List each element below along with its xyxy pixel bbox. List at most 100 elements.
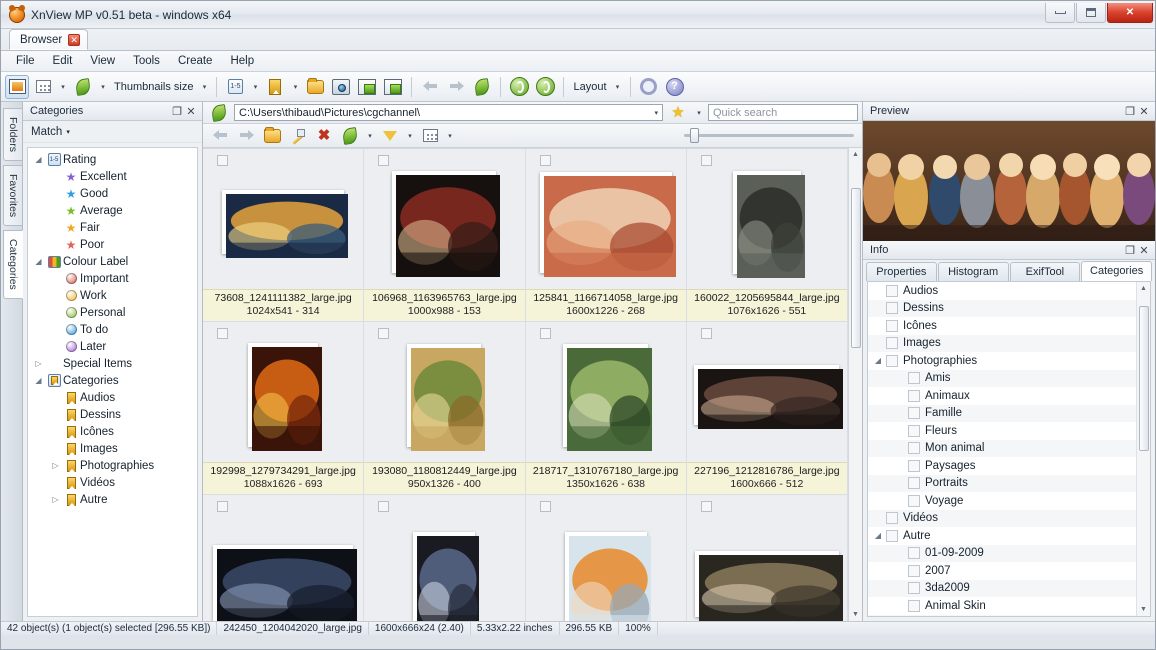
scrollbar-thumb[interactable] — [851, 188, 861, 348]
tree-item-to-do[interactable]: To do — [28, 321, 197, 338]
tree-item-average[interactable]: ★ Average — [28, 202, 197, 219]
tree-item-rating[interactable]: ◢ 1-5 Rating — [28, 151, 197, 168]
forward-button[interactable] — [444, 75, 468, 99]
thumbnail-image[interactable] — [213, 545, 358, 621]
tree-item-photographies[interactable]: ▷ Photographies — [28, 457, 197, 474]
thumbnail-image[interactable] — [248, 343, 323, 451]
thumbnail-image[interactable] — [694, 551, 843, 621]
category-row[interactable]: Fleurs — [868, 422, 1136, 440]
tab-browser[interactable]: Browser ✕ — [9, 29, 89, 50]
thumbnail-checkbox[interactable] — [700, 155, 712, 166]
favorites-button[interactable]: ★ — [666, 101, 690, 125]
search-input[interactable]: Quick search — [708, 104, 858, 121]
sidebar-tab-folders[interactable]: Folders — [3, 108, 23, 162]
category-assign-button[interactable] — [263, 75, 287, 99]
filter-caret[interactable]: ▾ — [404, 125, 416, 147]
thumbnail-checkbox[interactable] — [378, 328, 390, 339]
nav-forward-button[interactable] — [234, 124, 258, 148]
refresh-leaf-button[interactable] — [71, 75, 95, 99]
tree-item-excellent[interactable]: ★ Excellent — [28, 168, 197, 185]
tree-item-images[interactable]: Images — [28, 440, 197, 457]
grid-view-caret[interactable]: ▾ — [444, 125, 456, 147]
nav-back-button[interactable] — [208, 124, 232, 148]
tree-item-vid-os[interactable]: Vidéos — [28, 474, 197, 491]
category-checkbox[interactable] — [908, 599, 920, 612]
tree-item-fair[interactable]: ★ Fair — [28, 219, 197, 236]
twisty-icon[interactable]: ◢ — [32, 376, 45, 385]
view-mode-button[interactable] — [31, 75, 55, 99]
thumbnail-image[interactable] — [694, 365, 844, 429]
scroll-up-icon[interactable]: ▲ — [1140, 285, 1147, 292]
category-row[interactable]: Animaux — [868, 387, 1136, 405]
thumbnail-cell[interactable]: 193080_1180812449_large.jpg 950x1326 - 40… — [364, 322, 526, 495]
thumbnail-image[interactable] — [222, 190, 349, 258]
category-checkbox[interactable] — [908, 407, 920, 420]
tree-item-good[interactable]: ★ Good — [28, 185, 197, 202]
category-row[interactable]: ◢ Autre — [868, 527, 1136, 545]
category-row[interactable]: Mon animal — [868, 439, 1136, 457]
thumbnail-checkbox[interactable] — [217, 328, 228, 339]
tab-categories[interactable]: Categories — [1081, 261, 1152, 281]
new-folder-button[interactable] — [260, 124, 284, 148]
tree-item-personal[interactable]: Personal — [28, 304, 197, 321]
category-row[interactable]: Icônes — [868, 317, 1136, 335]
thumbnail-checkbox[interactable] — [217, 155, 228, 166]
category-row[interactable]: Amis — [868, 369, 1136, 387]
tab-histogram[interactable]: Histogram — [937, 262, 1009, 281]
sidebar-tab-categories[interactable]: Categories — [3, 230, 23, 299]
thumbnail-cell[interactable]: 160022_1205695844_large.jpg 1076x1626 - 5… — [686, 149, 848, 322]
rating-caret[interactable]: ▾ — [249, 76, 261, 98]
rotate-left-button[interactable] — [507, 75, 531, 99]
settings-button[interactable] — [637, 75, 661, 99]
twisty-icon[interactable]: ◢ — [872, 356, 884, 365]
close-icon[interactable]: ✕ — [1137, 105, 1151, 118]
category-row[interactable]: Dessins — [868, 299, 1136, 317]
thumbnail-cell[interactable] — [686, 495, 848, 621]
tree-item-colour-label[interactable]: ◢ Colour Label — [28, 253, 197, 270]
thumbnail-cell[interactable]: 125841_1166714058_large.jpg 1600x1226 - 2… — [525, 149, 687, 322]
thumbnail-cell[interactable]: 218717_1310767180_large.jpg 1350x1626 - 6… — [525, 322, 687, 495]
leaf-caret[interactable]: ▾ — [97, 76, 109, 98]
category-row[interactable]: Vidéos — [868, 509, 1136, 527]
category-checkbox[interactable] — [886, 512, 898, 525]
refresh-button[interactable] — [338, 124, 362, 148]
screen-capture-button[interactable] — [329, 75, 353, 99]
category-checkbox[interactable] — [908, 424, 920, 437]
category-checkbox[interactable] — [886, 319, 898, 332]
close-icon[interactable]: ✕ — [1137, 244, 1151, 257]
up-folder-button[interactable] — [470, 75, 494, 99]
view-thumbnails-button[interactable] — [5, 74, 29, 99]
grid-view-button[interactable] — [418, 124, 442, 148]
category-row[interactable]: Portraits — [868, 474, 1136, 492]
tree-item-autre[interactable]: ▷ Autre — [28, 491, 197, 508]
category-caret[interactable]: ▾ — [289, 76, 301, 98]
category-checkbox[interactable] — [908, 372, 920, 385]
rename-button[interactable] — [286, 124, 310, 148]
scroll-down-icon[interactable]: ▼ — [852, 611, 859, 618]
category-row[interactable]: Voyage — [868, 492, 1136, 510]
info-categories-rows[interactable]: Audios Dessins Icônes Images ◢ Photographies A… — [868, 282, 1136, 616]
float-icon[interactable]: ❐ — [170, 105, 184, 118]
category-row[interactable]: Paysages — [868, 457, 1136, 475]
thumbnail-image[interactable] — [563, 343, 653, 451]
category-checkbox[interactable] — [886, 302, 898, 315]
match-dropdown[interactable]: Match ▾ — [23, 121, 202, 143]
categories-tree[interactable]: ◢ 1-5 Rating ★ Excellent ★ Good ★ Average ★ Fair ★ P… — [27, 147, 198, 617]
info-categories-scrollbar[interactable]: ▲ ▼ — [1136, 282, 1150, 616]
thumbnail-cell[interactable] — [525, 495, 687, 621]
favorites-caret[interactable]: ▾ — [693, 102, 705, 124]
category-checkbox[interactable] — [886, 284, 898, 297]
twisty-icon[interactable]: ◢ — [872, 531, 884, 540]
category-row[interactable]: 01-09-2009 — [868, 544, 1136, 562]
category-checkbox[interactable] — [886, 337, 898, 350]
layout-caret[interactable]: ▾ — [612, 76, 624, 98]
thumbnail-image[interactable] — [392, 171, 501, 277]
thumbnail-image[interactable] — [413, 532, 480, 621]
thumbnail-cell[interactable] — [364, 495, 526, 621]
batch-process-button[interactable] — [381, 75, 405, 99]
category-checkbox[interactable] — [908, 564, 920, 577]
filter-button[interactable] — [378, 124, 402, 156]
rating-filter-button[interactable]: 1-5 — [223, 75, 247, 99]
scrollbar-thumb[interactable] — [1139, 306, 1149, 451]
sidebar-tab-favorites[interactable]: Favorites — [3, 165, 23, 227]
